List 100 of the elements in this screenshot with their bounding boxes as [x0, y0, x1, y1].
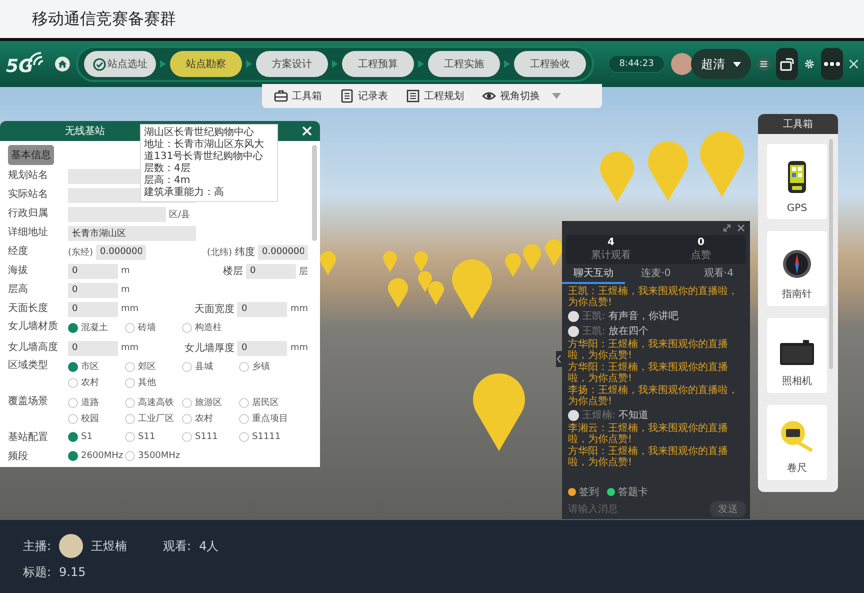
- radio-option[interactable]: 混凝土: [68, 321, 125, 334]
- map-pin-icon: [523, 244, 541, 271]
- unit-label: m: [121, 266, 130, 276]
- input-field[interactable]: 长青市湖山区: [68, 226, 196, 240]
- scrollbar[interactable]: [312, 145, 317, 241]
- input-field[interactable]: 0.000000: [258, 244, 308, 260]
- section-tab[interactable]: 基本信息: [8, 145, 54, 165]
- user-name: 王煜楠:: [582, 408, 616, 422]
- radio-option[interactable]: 道路: [68, 396, 125, 409]
- toolbar-button[interactable]: 工程规划: [400, 89, 470, 103]
- radio-option[interactable]: S1111: [239, 432, 296, 442]
- input-field[interactable]: 0: [68, 282, 118, 298]
- scrollbar[interactable]: [829, 139, 833, 369]
- map-pin-icon: [418, 271, 432, 292]
- collapse-handle[interactable]: [556, 351, 562, 367]
- step-tab[interactable]: 工程实施: [428, 51, 500, 77]
- caret-icon: [732, 62, 741, 66]
- triangle-icon: [160, 60, 166, 68]
- quality-dropdown[interactable]: 超清: [690, 49, 751, 79]
- tool-label: GPS: [786, 203, 808, 214]
- tool-card[interactable]: 指南针: [767, 231, 827, 306]
- tooltip-text: 湖山区长青世纪购物中心: [144, 127, 255, 138]
- radio-option[interactable]: 农村: [182, 412, 239, 425]
- toolbar-button[interactable]: 视角切换: [476, 89, 546, 103]
- radio-option[interactable]: 砖墙: [125, 321, 182, 334]
- close-icon[interactable]: [848, 57, 858, 71]
- field-label: 实际站名: [8, 188, 49, 202]
- panel-title: 无线基站: [65, 124, 105, 138]
- menu-icon[interactable]: [756, 54, 770, 74]
- input-field[interactable]: 0: [246, 264, 296, 278]
- step-tab[interactable]: 方案设计: [256, 51, 328, 77]
- map-pin-icon: [388, 278, 408, 308]
- unit-label: mm: [121, 304, 139, 314]
- input-field[interactable]: 0: [68, 264, 118, 278]
- radio-option[interactable]: 3500MHz: [125, 451, 182, 461]
- map-pin-icon: [320, 251, 336, 275]
- chat-tab[interactable]: 观看·4: [687, 264, 750, 284]
- stat-label: 累计观看: [590, 248, 632, 262]
- check-circle-icon: [92, 58, 106, 70]
- radio-option[interactable]: 构造柱: [182, 321, 239, 334]
- radio-option[interactable]: 2600MHz: [68, 451, 125, 461]
- radio-option[interactable]: S1: [68, 432, 125, 442]
- more-button[interactable]: [820, 48, 843, 80]
- field-label: 区域类型: [8, 358, 49, 373]
- input-field[interactable]: 0: [68, 340, 118, 356]
- toolbar-button[interactable]: 记录表: [334, 89, 394, 103]
- input-field[interactable]: 0: [68, 302, 118, 316]
- toolbar-button[interactable]: 工具箱: [268, 89, 328, 103]
- tool-card[interactable]: GPS: [767, 144, 827, 219]
- chat-tab[interactable]: 聊天互动: [562, 264, 625, 284]
- field-label: 基站配置: [8, 430, 49, 445]
- rotate-button[interactable]: [776, 48, 798, 80]
- avatar: [568, 326, 579, 336]
- field-label: 女儿墙厚度: [184, 342, 234, 355]
- radio-option[interactable]: 其他: [125, 376, 182, 389]
- chat-tab[interactable]: 连麦·0: [624, 264, 688, 284]
- tape-measure-icon: [779, 419, 815, 453]
- action-button[interactable]: 答题卡: [607, 485, 648, 499]
- radio-option[interactable]: 工业厂区: [125, 412, 182, 425]
- action-button[interactable]: 签到: [568, 485, 599, 499]
- title-label: 标题:: [23, 564, 52, 580]
- radio-option[interactable]: 乡镇: [239, 360, 296, 373]
- viewers-label: 观看:: [163, 538, 192, 554]
- radio-option[interactable]: S111: [182, 432, 239, 442]
- map-pin-icon: [505, 253, 521, 277]
- step-tab[interactable]: 工程预算: [342, 51, 414, 77]
- input-field[interactable]: [68, 206, 166, 222]
- map-pin-icon: [452, 259, 492, 319]
- chat-message: 李扬：王煜楠，我来围观你的直播啦，为你点赞!: [568, 385, 739, 407]
- step-tab[interactable]: 站点选址: [84, 51, 156, 77]
- map-pin-icon: [700, 131, 744, 197]
- close-icon[interactable]: [737, 224, 745, 232]
- triangle-icon: [504, 60, 510, 68]
- tool-card[interactable]: 卷尺: [767, 405, 827, 480]
- panel-title: 工具箱: [758, 114, 838, 134]
- map-pin-icon: [545, 239, 563, 266]
- radio-option[interactable]: 农村: [68, 376, 125, 389]
- chat-message: 放在四个: [608, 325, 648, 338]
- step-tab[interactable]: 站点勘察: [170, 51, 242, 77]
- radio-option[interactable]: 校园: [68, 412, 125, 425]
- message-input[interactable]: 请输入消息: [566, 502, 670, 516]
- radio-option[interactable]: 郊区: [125, 360, 182, 373]
- input-field[interactable]: 0: [237, 302, 288, 316]
- radio-option[interactable]: 旅游区: [182, 396, 239, 409]
- radio-option[interactable]: 重点项目: [239, 412, 296, 425]
- tool-card[interactable]: 照相机: [767, 318, 827, 393]
- radio-option[interactable]: 居民区: [239, 396, 296, 409]
- radio-option[interactable]: 县城: [182, 360, 239, 373]
- radio-option[interactable]: 高速高铁: [125, 396, 182, 409]
- map-pin-icon: [648, 141, 688, 201]
- shrink-icon[interactable]: [723, 224, 731, 232]
- field-label: 行政归属: [8, 206, 49, 221]
- map-pin-icon: [414, 251, 428, 272]
- unit-label: mm: [290, 304, 308, 314]
- input-field[interactable]: 0.000000: [96, 244, 146, 260]
- field-hint: (北纬): [206, 246, 232, 258]
- input-field[interactable]: 0: [237, 340, 288, 356]
- radio-option[interactable]: S11: [125, 432, 182, 442]
- radio-option[interactable]: 市区: [68, 360, 125, 373]
- step-tab[interactable]: 工程验收: [514, 51, 586, 77]
